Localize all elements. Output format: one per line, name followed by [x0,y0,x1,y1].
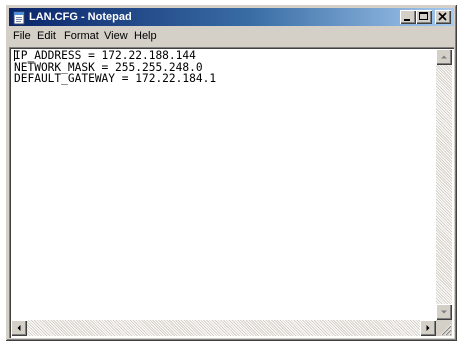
horizontal-scrollbar[interactable] [11,320,436,336]
close-icon [438,12,447,21]
maximize-icon [419,12,428,20]
text-caret [14,50,15,61]
resize-grip[interactable] [436,320,452,336]
minimize-button[interactable] [400,10,416,24]
menu-format[interactable]: Format [64,30,99,43]
minimize-icon [404,19,410,21]
arrow-up-icon [441,55,447,59]
menu-file[interactable]: File [13,30,31,43]
text-line: IP_ADDRESS = 172.22.188.144 [14,49,196,62]
resize-grip-icon [440,324,452,336]
scroll-up-button[interactable] [436,49,452,65]
editor-text[interactable]: IP_ADDRESS = 172.22.188.144 NETWORK_MASK … [14,50,432,85]
text-line: DEFAULT_GATEWAY = 172.22.184.1 [14,72,217,85]
title-bar[interactable]: LAN.CFG - Notepad [9,8,454,26]
scroll-right-button[interactable] [420,320,436,336]
menu-edit[interactable]: Edit [37,30,56,43]
menu-view[interactable]: View [104,30,128,43]
arrow-right-icon [426,325,430,331]
notepad-window: LAN.CFG - Notepad File Edit Format View … [5,4,458,342]
text-editor[interactable]: IP_ADDRESS = 172.22.188.144 NETWORK_MASK … [9,47,454,338]
close-button[interactable] [435,10,451,24]
scroll-left-button[interactable] [11,320,27,336]
notepad-icon[interactable] [12,10,26,25]
maximize-button[interactable] [416,10,432,24]
vertical-scrollbar[interactable] [436,49,452,320]
menu-bar: File Edit Format View Help [9,28,454,45]
scroll-down-button[interactable] [436,304,452,320]
menu-help[interactable]: Help [134,30,157,43]
window-title: LAN.CFG - Notepad [29,11,132,23]
arrow-left-icon [17,325,21,331]
arrow-down-icon [441,310,447,314]
